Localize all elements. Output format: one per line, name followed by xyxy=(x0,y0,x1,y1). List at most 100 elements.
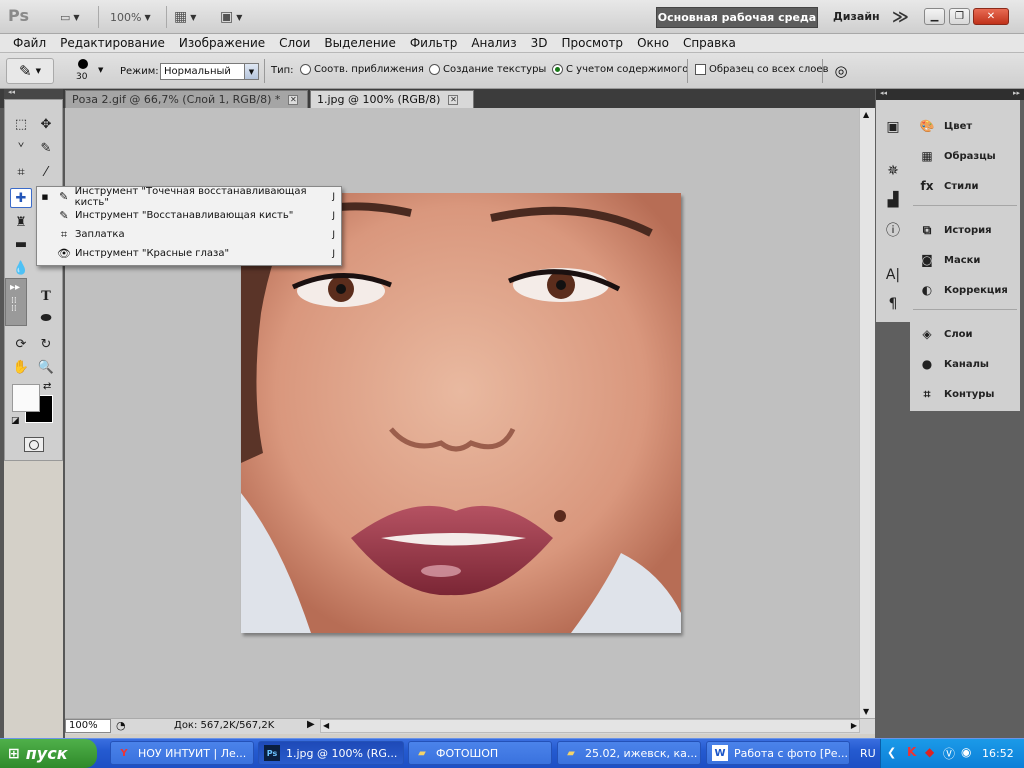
type-proximity-radio[interactable]: Соотв. приближения xyxy=(300,64,424,75)
quick-mask-button[interactable] xyxy=(24,437,44,452)
scroll-right-icon[interactable]: ▶ xyxy=(851,721,857,730)
blur-tool[interactable]: 💧 xyxy=(10,258,32,278)
scroll-left-icon[interactable]: ◀ xyxy=(323,721,329,730)
menu-file[interactable]: Файл xyxy=(6,36,53,50)
flyout-item-healing-brush[interactable]: ✎ Инструмент "Восстанавливающая кисть" J xyxy=(37,206,341,225)
menu-3d[interactable]: 3D xyxy=(524,36,555,50)
document-tab[interactable]: Роза 2.gif @ 66,7% (Слой 1, RGB/8) * ✕ xyxy=(65,90,308,108)
close-tab-icon[interactable]: ✕ xyxy=(288,94,299,105)
taskbar-item[interactable]: Y НОУ ИНТУИТ | Ле... xyxy=(110,741,254,765)
navigator-panel-button[interactable]: ▣ xyxy=(883,117,903,137)
panel-color[interactable]: 🎨 Цвет xyxy=(912,115,1018,137)
vertical-scrollbar[interactable]: ▲ ▼ xyxy=(859,108,875,718)
marquee-tool[interactable]: ⬚ xyxy=(10,114,32,134)
menu-image[interactable]: Изображение xyxy=(172,36,272,50)
language-indicator[interactable]: RU xyxy=(860,747,876,760)
3d-rotate-tool[interactable]: ⟳ xyxy=(10,334,32,354)
tool-drag-handle[interactable]: ▸▸ ⁞⁞ ⁞⁞ xyxy=(5,278,27,326)
type-create-texture-radio[interactable]: Создание текстуры xyxy=(429,64,546,75)
launch-bridge-button[interactable]: ▭ ▼ xyxy=(60,8,80,26)
panel-layers[interactable]: ◈ Слои xyxy=(912,323,1018,345)
panel-channels[interactable]: ● Каналы xyxy=(912,353,1018,375)
horizontal-scrollbar[interactable]: ◀ ▶ xyxy=(320,719,860,733)
flyout-item-spot-healing-brush[interactable]: ■ ✎ Инструмент "Точечная восстанавливающ… xyxy=(37,186,341,208)
panel-styles[interactable]: fx Стили xyxy=(912,175,1018,197)
pressure-size-button[interactable]: ◎ xyxy=(830,60,852,82)
menu-help[interactable]: Справка xyxy=(676,36,743,50)
actions-panel-button[interactable]: ✵ xyxy=(883,161,903,181)
menu-layer[interactable]: Слои xyxy=(272,36,317,50)
taskbar-item-active[interactable]: Ps 1.jpg @ 100% (RG... xyxy=(258,741,404,765)
move-tool[interactable]: ✥ xyxy=(35,114,57,134)
spot-healing-brush-tool[interactable]: ✚ xyxy=(10,188,32,208)
panel-history[interactable]: ⧉ История xyxy=(912,219,1018,241)
restore-button[interactable]: ❐ xyxy=(949,8,970,25)
chevron-down-icon: ▼ xyxy=(144,12,151,22)
scroll-down-icon[interactable]: ▼ xyxy=(863,707,869,716)
crop-tool[interactable]: ⌗ xyxy=(10,162,32,182)
sample-all-layers-checkbox[interactable]: Образец со всех слоев xyxy=(695,64,828,75)
arrange-documents-button[interactable]: ▦ ▼ xyxy=(174,8,196,26)
workspace-essentials-button[interactable]: Основная рабочая среда xyxy=(656,7,818,28)
eyedropper-tool[interactable]: ⁄ xyxy=(35,162,57,182)
expand-icon[interactable]: ▸▸ xyxy=(1013,89,1020,97)
start-button[interactable]: ⊞ пуск xyxy=(0,739,97,768)
character-panel-button[interactable]: A| xyxy=(883,265,903,285)
collapse-icon[interactable]: ◂◂ xyxy=(8,88,15,96)
close-button[interactable]: ✕ xyxy=(973,8,1009,25)
menu-analysis[interactable]: Анализ xyxy=(464,36,523,50)
clock: 16:52 xyxy=(982,747,1014,760)
workspace-design-button[interactable]: Дизайн xyxy=(833,10,880,23)
panel-masks[interactable]: ◙ Маски xyxy=(912,249,1018,271)
show-hidden-icons-icon[interactable]: ❮ xyxy=(887,746,896,759)
zoom-field[interactable]: 100% xyxy=(65,719,111,733)
ellipse-icon: ⬬ xyxy=(40,310,52,326)
taskbar-item[interactable]: W Работа с фото [Ре... xyxy=(706,741,850,765)
histogram-panel-button[interactable]: ▟ xyxy=(883,190,903,210)
ellipse-tool[interactable]: ⬬ xyxy=(35,308,57,328)
default-colors-icon[interactable]: ◪ xyxy=(11,416,20,426)
tray-app-icon[interactable]: ◆ xyxy=(925,745,934,759)
lasso-tool[interactable]: ᘁ xyxy=(10,138,32,158)
hand-tool[interactable]: ✋ xyxy=(10,357,32,377)
tray-network-icon[interactable]: ◉ xyxy=(961,745,971,759)
foreground-color-swatch[interactable] xyxy=(12,384,40,412)
zoom-tool[interactable]: 🔍 xyxy=(35,357,57,377)
quick-selection-tool[interactable]: ✎ xyxy=(35,138,57,158)
brush-picker[interactable]: 30 ▼ xyxy=(68,57,112,85)
taskbar-item[interactable]: ▰ 25.02, ижевск, ка... xyxy=(557,741,701,765)
flyout-item-patch[interactable]: ⌗ Заплатка J xyxy=(37,225,341,244)
panel-adjustments[interactable]: ◐ Коррекция xyxy=(912,279,1018,301)
swap-colors-icon[interactable]: ⇄ xyxy=(43,381,51,392)
document-tab-active[interactable]: 1.jpg @ 100% (RGB/8) ✕ xyxy=(310,90,474,108)
panel-paths[interactable]: ⌗ Контуры xyxy=(912,383,1018,405)
type-tool[interactable]: T xyxy=(35,286,57,306)
screen-mode-button[interactable]: ▣ ▼ xyxy=(220,8,242,26)
status-menu-arrow-icon[interactable]: ▶ xyxy=(307,719,315,730)
close-tab-icon[interactable]: ✕ xyxy=(448,94,459,105)
clone-stamp-tool[interactable]: ♜ xyxy=(10,212,32,232)
collapse-icon[interactable]: ◂◂ xyxy=(880,89,887,97)
antivirus-icon[interactable]: K xyxy=(907,745,916,759)
status-info-icon[interactable]: ◔ xyxy=(116,719,126,732)
menu-select[interactable]: Выделение xyxy=(317,36,402,50)
more-workspaces-button[interactable]: ≫ xyxy=(892,7,909,26)
paragraph-panel-button[interactable]: ¶ xyxy=(883,294,903,314)
scroll-up-icon[interactable]: ▲ xyxy=(863,110,869,119)
zoom-level-dropdown[interactable]: 100% ▼ xyxy=(110,8,151,26)
panel-swatches[interactable]: ▦ Образцы xyxy=(912,145,1018,167)
menu-window[interactable]: Окно xyxy=(630,36,676,50)
info-panel-button[interactable]: ⓘ xyxy=(883,220,903,240)
3d-orbit-tool[interactable]: ↻ xyxy=(35,334,57,354)
tray-v-icon[interactable]: Ⓥ xyxy=(943,745,955,762)
taskbar-item[interactable]: ▰ ФОТОШОП xyxy=(408,741,552,765)
flyout-item-red-eye[interactable]: 👁 Инструмент "Красные глаза" J xyxy=(37,244,341,263)
menu-view[interactable]: Просмотр xyxy=(554,36,630,50)
minimize-button[interactable]: ▁ xyxy=(924,8,945,25)
menu-filter[interactable]: Фильтр xyxy=(403,36,464,50)
mode-select[interactable]: Нормальный ▼ xyxy=(160,63,259,80)
menu-edit[interactable]: Редактирование xyxy=(53,36,172,50)
type-content-aware-radio[interactable]: С учетом содержимого xyxy=(552,64,688,75)
eraser-tool[interactable]: ▬ xyxy=(10,234,32,254)
tool-preset-picker[interactable]: ✎ ▼ xyxy=(6,58,54,84)
